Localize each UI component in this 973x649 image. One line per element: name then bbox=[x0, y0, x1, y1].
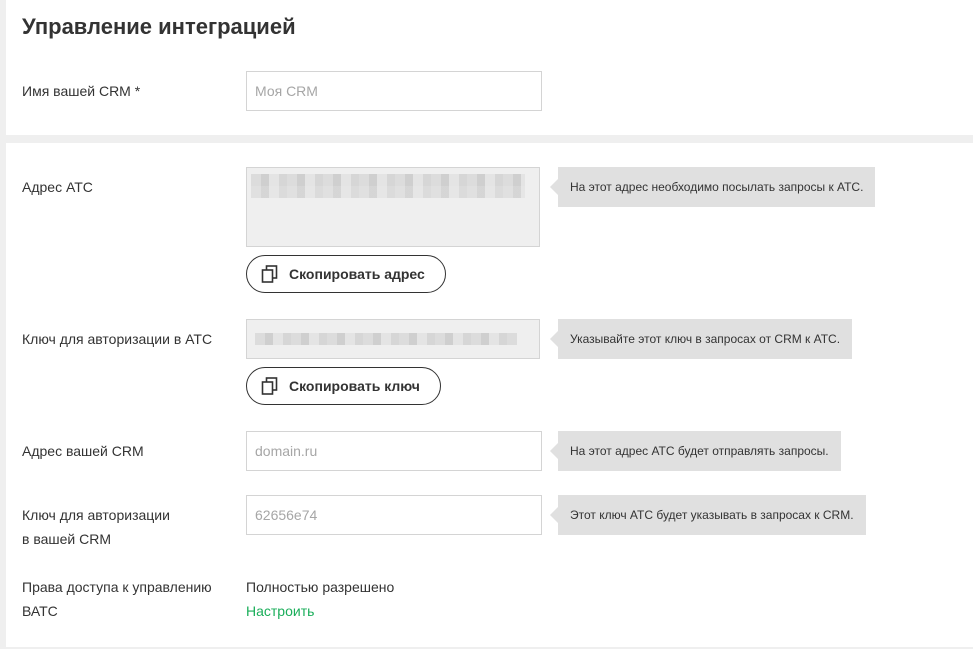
ats-key-field[interactable] bbox=[246, 319, 540, 359]
ats-address-label: Адрес АТС bbox=[22, 179, 93, 195]
crm-key-label-line1: Ключ для авторизации bbox=[22, 507, 170, 523]
page-title: Управление интеграцией bbox=[22, 14, 296, 39]
crm-key-input[interactable] bbox=[246, 495, 542, 535]
configure-access-link[interactable]: Настроить bbox=[246, 599, 314, 623]
crm-name-input[interactable] bbox=[246, 71, 542, 111]
ats-address-hint: На этот адрес необходимо посылать запрос… bbox=[549, 167, 876, 207]
copy-address-button-label: Скопировать адрес bbox=[289, 266, 425, 282]
ats-address-redacted-line bbox=[251, 186, 525, 198]
crm-address-hint: На этот адрес АТС будет отправлять запро… bbox=[550, 431, 841, 471]
crm-key-label-line2: в вашей CRM bbox=[22, 531, 112, 547]
copy-key-button[interactable]: Скопировать ключ bbox=[246, 367, 441, 405]
ats-key-label: Ключ для авторизации в АТС bbox=[22, 331, 213, 347]
integration-settings-section: Адрес АТС На этот адрес необходимо посыл… bbox=[6, 143, 973, 647]
integration-settings-page: Управление интеграцией Имя вашей CRM * А… bbox=[0, 0, 973, 649]
copy-address-button[interactable]: Скопировать адрес bbox=[246, 255, 446, 293]
access-rights-label-line1: Права доступа к управлению bbox=[22, 579, 212, 595]
crm-name-label: Имя вашей CRM * bbox=[22, 83, 141, 99]
access-rights-label-line2: ВАТС bbox=[22, 603, 58, 619]
crm-address-input[interactable] bbox=[246, 431, 542, 471]
copy-icon bbox=[261, 265, 279, 283]
ats-address-field[interactable] bbox=[246, 167, 540, 247]
access-rights-value: Полностью разрешено bbox=[246, 579, 395, 595]
copy-key-button-label: Скопировать ключ bbox=[289, 378, 420, 394]
copy-icon bbox=[261, 377, 279, 395]
ats-address-redacted-line bbox=[251, 174, 525, 186]
ats-key-redacted-line bbox=[255, 333, 517, 345]
crm-address-label: Адрес вашей CRM bbox=[22, 443, 144, 459]
integration-name-section: Управление интеграцией Имя вашей CRM * bbox=[6, 0, 973, 135]
ats-key-hint: Указывайте этот ключ в запросах от CRM к… bbox=[549, 319, 853, 359]
crm-key-hint: Этот ключ АТС будет указывать в запросах… bbox=[550, 495, 866, 535]
